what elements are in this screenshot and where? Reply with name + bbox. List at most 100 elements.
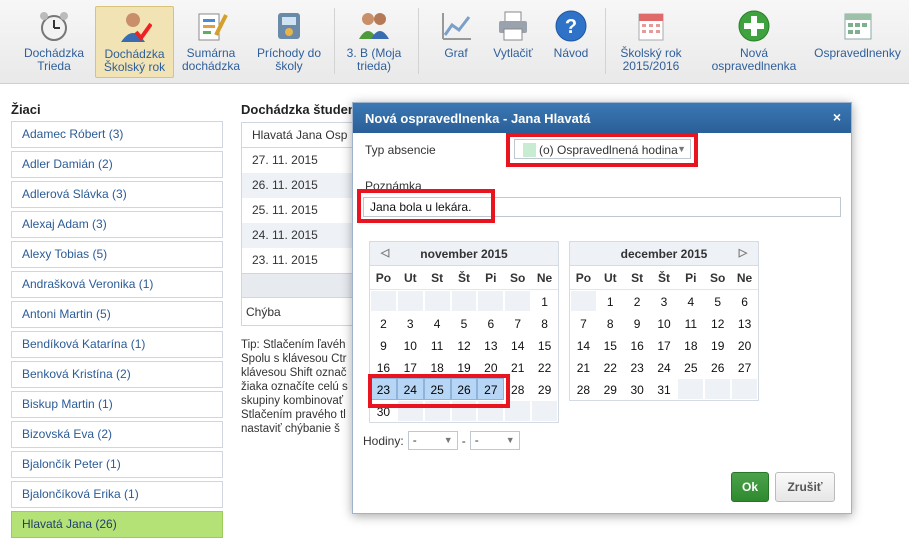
- cancel-button[interactable]: Zrušiť: [775, 472, 835, 502]
- toolbar-label: Sumárna dochádzka: [181, 46, 241, 73]
- calendar-day[interactable]: 6: [731, 290, 758, 312]
- close-icon[interactable]: ×: [833, 109, 841, 125]
- calendar-empty-cell: [731, 378, 758, 400]
- prev-month-icon[interactable]: ◁: [378, 246, 392, 261]
- calendar-day[interactable]: 15: [531, 334, 558, 356]
- calendar-day[interactable]: 10: [650, 312, 678, 334]
- attendance-date-row[interactable]: 25. 11. 2015: [242, 198, 360, 223]
- calendar-day[interactable]: 11: [677, 312, 705, 334]
- calendar-day[interactable]: 25: [677, 356, 705, 378]
- student-item-selected[interactable]: Hlavatá Jana (26): [11, 511, 223, 538]
- toolbar-label: Nová ospravedlnenka: [711, 46, 797, 73]
- calendar-empty-cell: [370, 290, 397, 312]
- add-icon: [737, 9, 771, 43]
- calendar-day[interactable]: 29: [596, 378, 624, 400]
- weekday-header: Po: [370, 266, 397, 290]
- student-item[interactable]: Adamec Róbert (3): [11, 121, 223, 148]
- calendar-day[interactable]: 20: [731, 334, 758, 356]
- calendar-day[interactable]: 27: [731, 356, 758, 378]
- next-month-icon[interactable]: ▷: [736, 246, 750, 261]
- calendar-day[interactable]: 5: [450, 312, 478, 334]
- toolbar-new-excuse-button[interactable]: Nová ospravedlnenka: [706, 6, 802, 78]
- toolbar-help-button[interactable]: ? Návod: [545, 6, 597, 78]
- toolbar-my-class-button[interactable]: 3. B (Moja trieda): [340, 6, 408, 78]
- attendance-date-row[interactable]: 26. 11. 2015: [242, 173, 360, 198]
- toolbar-attendance-year-button[interactable]: Dochádzka Školský rok: [95, 6, 174, 78]
- calendar-day[interactable]: 28: [570, 378, 597, 400]
- student-item[interactable]: Bizovská Eva (2): [11, 421, 223, 448]
- ok-button[interactable]: Ok: [731, 472, 769, 502]
- calendar-day[interactable]: 2: [623, 290, 651, 312]
- calendar-day[interactable]: 4: [423, 312, 451, 334]
- student-item[interactable]: Biskup Martin (1): [11, 391, 223, 418]
- student-item[interactable]: Alexy Tobias (5): [11, 241, 223, 268]
- toolbar-separator: [418, 8, 419, 74]
- toolbar-print-button[interactable]: Vytlačiť: [487, 6, 539, 78]
- calendar-day[interactable]: 13: [477, 334, 505, 356]
- hours-to-select[interactable]: - ▼: [469, 431, 520, 450]
- calendar-day[interactable]: 9: [370, 334, 397, 356]
- calendar-day[interactable]: 3: [650, 290, 678, 312]
- toolbar-arrivals-button[interactable]: Príchody do školy: [250, 6, 328, 78]
- hours-from-select[interactable]: - ▼: [407, 431, 458, 450]
- tip-text: Tip: Stlačením ľavéh Spolu s klávesou Ct…: [241, 339, 348, 435]
- calendar-day[interactable]: 1: [596, 290, 624, 312]
- student-item[interactable]: Adler Damián (2): [11, 151, 223, 178]
- student-item[interactable]: Bjalončík Peter (1): [11, 451, 223, 478]
- chart-icon: [439, 9, 473, 43]
- calendar-day[interactable]: 17: [650, 334, 678, 356]
- toolbar-school-year-button[interactable]: Školský rok 2015/2016: [612, 6, 690, 78]
- calendar-day[interactable]: 22: [531, 356, 558, 378]
- calendar-day[interactable]: 6: [477, 312, 505, 334]
- calendar-day[interactable]: 15: [596, 334, 624, 356]
- attendance-date-row[interactable]: 23. 11. 2015: [242, 248, 360, 273]
- calendar-day[interactable]: 4: [677, 290, 705, 312]
- calendar-day[interactable]: 13: [731, 312, 758, 334]
- hours-separator: -: [461, 433, 466, 448]
- calendar-month-title: december 2015 ▷: [570, 242, 758, 266]
- attendance-date-row[interactable]: 24. 11. 2015: [242, 223, 360, 248]
- calendar-day[interactable]: 11: [423, 334, 451, 356]
- calendar-empty-cell: [704, 378, 732, 400]
- student-item[interactable]: Antoni Martin (5): [11, 301, 223, 328]
- calendar-day[interactable]: 26: [704, 356, 732, 378]
- calendar-day[interactable]: 8: [531, 312, 558, 334]
- calendar-day[interactable]: 29: [531, 378, 558, 400]
- calendar-day[interactable]: 14: [504, 334, 532, 356]
- calendar-day[interactable]: 12: [450, 334, 478, 356]
- calendar-day[interactable]: 22: [596, 356, 624, 378]
- calendar-day[interactable]: 8: [596, 312, 624, 334]
- calendar-day[interactable]: 21: [570, 356, 597, 378]
- student-item[interactable]: Alexaj Adam (3): [11, 211, 223, 238]
- toolbar-summary-button[interactable]: Sumárna dochádzka: [176, 6, 246, 78]
- toolbar-attendance-class-button[interactable]: Dochádzka Trieda: [14, 6, 94, 78]
- calendar-day[interactable]: 31: [650, 378, 678, 400]
- calendar-day[interactable]: 30: [623, 378, 651, 400]
- calendar-day[interactable]: 16: [623, 334, 651, 356]
- student-item[interactable]: Bjalončíková Erika (1): [11, 481, 223, 508]
- attendance-date-row[interactable]: 27. 11. 2015: [242, 148, 360, 173]
- calendar-day[interactable]: 7: [504, 312, 532, 334]
- calendar-month-label: december 2015: [620, 247, 708, 261]
- calendar-day[interactable]: 14: [570, 334, 597, 356]
- attendance-title: Dochádzka študent: [241, 102, 361, 117]
- weekday-header: Ne: [731, 266, 758, 290]
- calendar-day[interactable]: 18: [677, 334, 705, 356]
- calendar-day[interactable]: 7: [570, 312, 597, 334]
- calendar-day[interactable]: 9: [623, 312, 651, 334]
- calendar-day[interactable]: 3: [396, 312, 424, 334]
- calendar-day[interactable]: 12: [704, 312, 732, 334]
- calendar-day[interactable]: 5: [704, 290, 732, 312]
- calendar-day[interactable]: 23: [623, 356, 651, 378]
- calendar-day[interactable]: 1: [531, 290, 558, 312]
- toolbar-excuses-button[interactable]: Ospravedlnenky: [810, 6, 905, 78]
- student-item[interactable]: Adlerová Slávka (3): [11, 181, 223, 208]
- toolbar-graph-button[interactable]: Graf: [430, 6, 482, 78]
- calendar-day[interactable]: 2: [370, 312, 397, 334]
- calendar-day[interactable]: 19: [704, 334, 732, 356]
- calendar-day[interactable]: 24: [650, 356, 678, 378]
- calendar-day[interactable]: 10: [396, 334, 424, 356]
- student-item[interactable]: Bendíková Katarína (1): [11, 331, 223, 358]
- student-item[interactable]: Benková Kristína (2): [11, 361, 223, 388]
- student-item[interactable]: Andrašková Veronika (1): [11, 271, 223, 298]
